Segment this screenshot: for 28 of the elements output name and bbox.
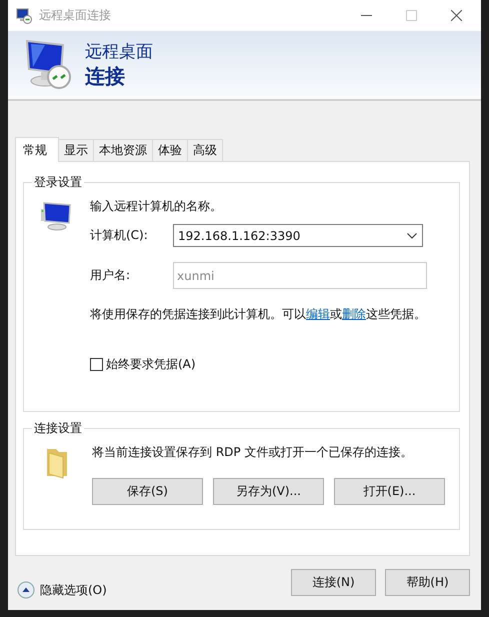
- delete-link[interactable]: 删除: [342, 307, 366, 321]
- tab[interactable]: 常规: [15, 137, 59, 162]
- hide-options-button[interactable]: 隐藏选项(O): [15, 581, 107, 599]
- chevron-down-icon: [407, 232, 417, 238]
- tab[interactable]: 高级: [187, 139, 223, 161]
- dialog-button[interactable]: 连接(N): [291, 568, 376, 596]
- checkbox[interactable]: [90, 358, 103, 371]
- monitor-icon: [25, 39, 73, 91]
- field-label: 用户名:: [90, 267, 132, 284]
- edit-link[interactable]: 编辑: [306, 307, 330, 321]
- group-title: 连接设置: [32, 420, 84, 437]
- banner-title: 远程桌面: [85, 41, 153, 63]
- prompt-text: 输入远程计算机的名称。: [90, 198, 223, 215]
- computer-combo-box[interactable]: 192.168.1.162:3390: [173, 224, 423, 247]
- collapse-icon: [17, 581, 35, 599]
- dialog-button[interactable]: 帮助(H): [385, 568, 470, 596]
- banner-subtitle: 连接: [85, 63, 126, 89]
- monitor-icon: [16, 8, 32, 24]
- checkbox-label: 始终要求凭据(A): [106, 356, 196, 373]
- window-title: 远程桌面连接: [39, 7, 111, 24]
- close-icon[interactable]: [451, 10, 462, 21]
- credentials-note: 将使用保存的凭据连接到此计算机。可以编辑或删除这些凭据。: [90, 306, 427, 323]
- file-button[interactable]: 保存(S): [92, 478, 203, 505]
- field-label: 计算机(C):: [90, 227, 149, 244]
- file-button[interactable]: 打开(E)...: [334, 478, 445, 505]
- description-text: 将当前连接设置保存到 RDP 文件或打开一个已保存的连接。: [92, 444, 414, 461]
- file-button[interactable]: 另存为(V)...: [213, 478, 324, 505]
- monitor-icon: [40, 201, 74, 231]
